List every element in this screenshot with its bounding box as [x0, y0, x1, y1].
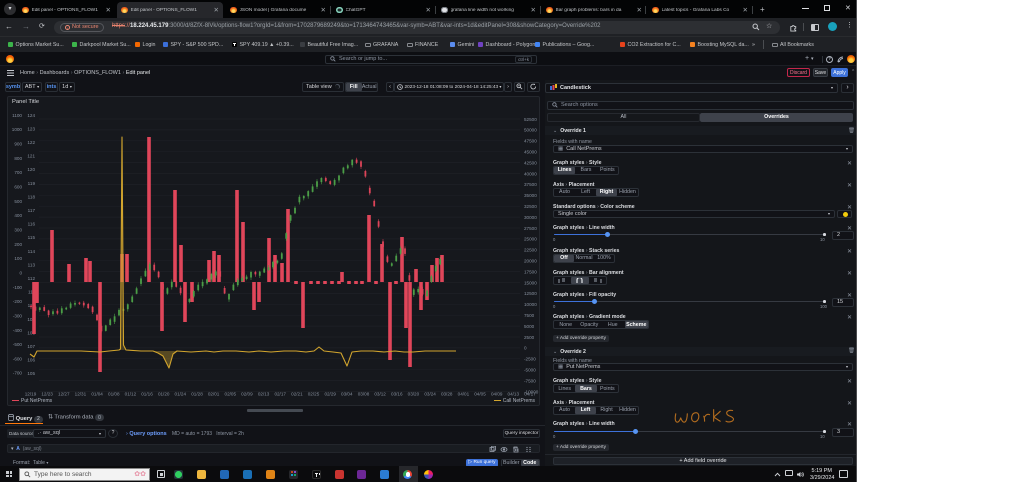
svg-text:01/08: 01/08 [108, 392, 120, 397]
svg-text:02/01: 02/01 [208, 392, 220, 397]
svg-text:40000: 40000 [524, 171, 537, 176]
svg-text:119: 119 [28, 181, 36, 186]
svg-text:105: 105 [27, 371, 35, 376]
svg-text:0: 0 [19, 270, 22, 275]
svg-text:22500: 22500 [524, 248, 537, 253]
svg-text:-700: -700 [13, 371, 23, 376]
svg-text:01/20: 01/20 [158, 392, 170, 397]
svg-text:01/28: 01/28 [191, 392, 203, 397]
svg-text:15000: 15000 [524, 280, 537, 285]
svg-text:118: 118 [28, 194, 36, 199]
svg-text:01/16: 01/16 [141, 392, 153, 397]
svg-text:5000: 5000 [524, 324, 535, 329]
svg-text:47500: 47500 [524, 139, 537, 144]
svg-text:700: 700 [14, 170, 22, 175]
svg-text:122: 122 [27, 140, 35, 145]
svg-text:02/29: 02/29 [324, 392, 336, 397]
svg-text:03/20: 03/20 [408, 392, 420, 397]
svg-text:114: 114 [28, 249, 36, 254]
svg-text:04/09: 04/09 [491, 392, 503, 397]
svg-text:35000: 35000 [524, 193, 537, 198]
svg-text:04/05: 04/05 [474, 392, 486, 397]
svg-text:02/17: 02/17 [274, 392, 286, 397]
svg-text:107: 107 [27, 344, 35, 349]
svg-text:03/28: 03/28 [441, 392, 453, 397]
svg-text:200: 200 [14, 242, 22, 247]
svg-text:100: 100 [14, 256, 22, 261]
svg-text:12/31: 12/31 [75, 392, 87, 397]
svg-text:02/13: 02/13 [258, 392, 270, 397]
svg-text:25000: 25000 [524, 237, 537, 242]
svg-text:113: 113 [28, 262, 36, 267]
svg-text:124: 124 [27, 113, 35, 118]
svg-text:02/05: 02/05 [225, 392, 237, 397]
svg-text:50000: 50000 [524, 128, 537, 133]
svg-text:121: 121 [27, 154, 35, 159]
svg-text:2500: 2500 [524, 335, 535, 340]
svg-text:900: 900 [14, 142, 22, 147]
svg-text:500: 500 [14, 199, 22, 204]
svg-text:600: 600 [14, 185, 22, 190]
svg-text:17500: 17500 [524, 269, 537, 274]
svg-text:03/04: 03/04 [341, 392, 353, 397]
svg-text:-300: -300 [13, 313, 23, 318]
svg-text:04/17: 04/17 [524, 392, 536, 397]
svg-text:04/13: 04/13 [508, 392, 520, 397]
svg-text:-400: -400 [13, 328, 23, 333]
svg-text:03/16: 03/16 [391, 392, 403, 397]
svg-text:52500: 52500 [524, 117, 537, 122]
svg-text:7500: 7500 [524, 313, 535, 318]
svg-text:30000: 30000 [524, 215, 537, 220]
svg-text:-500: -500 [13, 342, 23, 347]
svg-text:01/04: 01/04 [91, 392, 103, 397]
svg-text:-2500: -2500 [524, 357, 536, 362]
svg-text:1000: 1000 [12, 127, 23, 132]
svg-text:400: 400 [14, 213, 22, 218]
svg-text:01/12: 01/12 [125, 392, 137, 397]
svg-text:12/27: 12/27 [58, 392, 70, 397]
svg-text:115: 115 [28, 235, 36, 240]
svg-text:45000: 45000 [524, 150, 537, 155]
svg-text:27500: 27500 [524, 226, 537, 231]
svg-text:02/21: 02/21 [291, 392, 303, 397]
svg-text:1100: 1100 [12, 113, 22, 118]
svg-text:32500: 32500 [524, 204, 537, 209]
svg-text:04/01: 04/01 [458, 392, 470, 397]
svg-text:-5000: -5000 [524, 368, 536, 373]
svg-text:-7500: -7500 [524, 378, 536, 383]
svg-text:120: 120 [27, 167, 35, 172]
svg-text:-600: -600 [13, 356, 23, 361]
svg-text:106: 106 [27, 358, 35, 363]
svg-text:03/08: 03/08 [358, 392, 370, 397]
svg-text:37500: 37500 [524, 182, 537, 187]
svg-text:-100: -100 [13, 285, 23, 290]
svg-text:116: 116 [28, 222, 36, 227]
svg-text:-200: -200 [13, 299, 23, 304]
svg-text:42500: 42500 [524, 160, 537, 165]
svg-text:300: 300 [14, 227, 22, 232]
svg-text:10000: 10000 [524, 302, 537, 307]
svg-text:0: 0 [524, 346, 527, 351]
svg-text:02/25: 02/25 [308, 392, 320, 397]
svg-text:112: 112 [28, 276, 36, 281]
svg-text:20000: 20000 [524, 259, 537, 264]
svg-text:12/19: 12/19 [25, 392, 37, 397]
svg-text:01/24: 01/24 [175, 392, 187, 397]
svg-text:800: 800 [14, 156, 22, 161]
svg-text:03/12: 03/12 [374, 392, 386, 397]
svg-text:12/23: 12/23 [41, 392, 53, 397]
svg-text:02/09: 02/09 [241, 392, 253, 397]
svg-text:12500: 12500 [524, 291, 537, 296]
svg-text:123: 123 [27, 126, 35, 131]
svg-text:117: 117 [28, 208, 36, 213]
svg-text:03/24: 03/24 [424, 392, 436, 397]
